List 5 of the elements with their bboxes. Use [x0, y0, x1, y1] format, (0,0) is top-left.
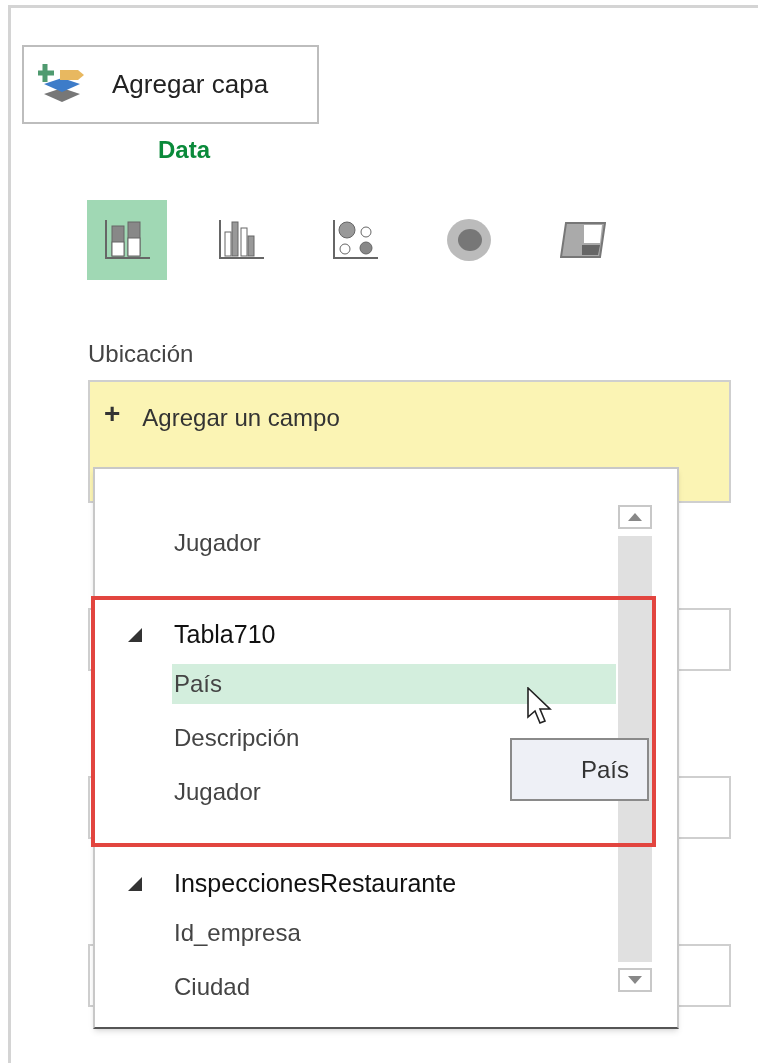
plus-icon: + — [104, 400, 121, 428]
add-field-label: Agregar un campo — [142, 403, 340, 433]
section-heading: Data — [158, 138, 211, 162]
field-label: Ubicación — [88, 339, 194, 369]
tooltip: País — [510, 738, 649, 801]
